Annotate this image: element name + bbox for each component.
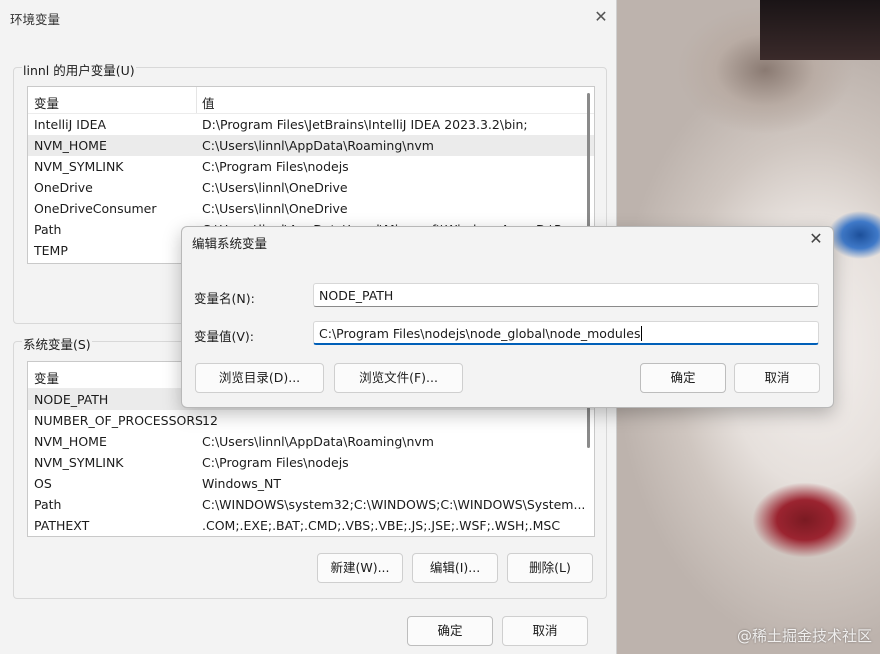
var-value: C:\Users\linnl\AppData\Roaming\nvm — [202, 434, 434, 449]
var-name: NVM_SYMLINK — [34, 455, 124, 470]
list-item[interactable]: NVM_SYMLINK C:\Program Files\nodejs — [28, 156, 594, 177]
list-item[interactable]: NVM_SYMLINK C:\Program Files\nodejs — [28, 452, 594, 473]
variable-value-field[interactable]: C:\Program Files\nodejs\node_global\node… — [313, 321, 819, 345]
system-vars-label: 系统变量(S) — [22, 334, 92, 353]
cancel-button[interactable]: 取消 — [502, 616, 588, 646]
var-value: C:\Users\linnl\OneDrive — [202, 180, 348, 195]
var-name: NVM_HOME — [34, 138, 107, 153]
user-vars-label: linnl 的用户变量(U) — [22, 60, 136, 79]
close-icon[interactable]: ✕ — [805, 229, 827, 248]
list-header: 变量 值 — [28, 87, 594, 114]
variable-name-field[interactable]: NODE_PATH — [313, 283, 819, 307]
var-value: Windows_NT — [202, 476, 282, 491]
var-name: NVM_HOME — [34, 434, 107, 449]
dialog-ok-button[interactable]: 确定 — [640, 363, 726, 393]
close-icon[interactable]: ✕ — [590, 6, 612, 28]
var-value: C:\Program Files\nodejs — [202, 455, 349, 470]
var-value: .COM;.EXE;.BAT;.CMD;.VBS;.VBE;.JS;.JSE;.… — [202, 518, 561, 533]
delete-button[interactable]: 删除(L) — [507, 553, 593, 583]
var-name: OS — [34, 476, 52, 491]
list-item[interactable]: Path C:\WINDOWS\system32;C:\WINDOWS;C:\WI… — [28, 494, 594, 515]
var-name: NVM_SYMLINK — [34, 159, 124, 174]
var-value: C:\Users\linnl\OneDrive — [202, 201, 348, 216]
text-caret — [641, 326, 643, 341]
variable-name-label: 变量名(N): — [194, 291, 255, 306]
list-item[interactable]: NVM_HOME C:\Users\linnl\AppData\Roaming\n… — [28, 135, 594, 156]
photo-shadow — [760, 0, 880, 60]
var-value: 12 — [202, 413, 218, 428]
column-header-value[interactable]: 值 — [202, 93, 215, 112]
variable-value-value: C:\Program Files\nodejs\node_global\node… — [319, 326, 641, 341]
new-button[interactable]: 新建(W)... — [317, 553, 403, 583]
column-header-name[interactable]: 变量 — [34, 93, 59, 112]
watermark: @稀土掘金技术社区 — [736, 627, 872, 645]
var-name: Path — [34, 497, 62, 512]
list-item[interactable]: NUMBER_OF_PROCESSORS 12 — [28, 410, 594, 431]
list-item[interactable]: OneDriveConsumer C:\Users\linnl\OneDrive — [28, 198, 594, 219]
var-value: C:\Program Files\nodejs — [202, 159, 349, 174]
ok-button[interactable]: 确定 — [407, 616, 493, 646]
list-item[interactable]: OS Windows_NT — [28, 473, 594, 494]
var-name: NUMBER_OF_PROCESSORS — [34, 413, 203, 428]
browse-file-button[interactable]: 浏览文件(F)... — [334, 363, 463, 393]
var-name: OneDrive — [34, 180, 93, 195]
edit-button[interactable]: 编辑(I)... — [412, 553, 498, 583]
var-name: IntelliJ IDEA — [34, 117, 107, 132]
window-title: 环境变量 — [10, 12, 61, 27]
list-item[interactable]: OneDrive C:\Users\linnl\OneDrive — [28, 177, 594, 198]
var-name: TEMP — [34, 243, 68, 258]
var-name: OneDriveConsumer — [34, 201, 157, 216]
column-header-name[interactable]: 变量 — [34, 368, 59, 387]
list-item[interactable]: IntelliJ IDEA D:\Program Files\JetBrains\… — [28, 114, 594, 135]
edit-system-variable-dialog: 编辑系统变量 ✕ 变量名(N): NODE_PATH 变量值(V): C:\Pr… — [181, 226, 834, 408]
column-divider[interactable] — [196, 87, 197, 113]
variable-name-value: NODE_PATH — [319, 288, 394, 303]
list-item[interactable]: PATHEXT .COM;.EXE;.BAT;.CMD;.VBS;.VBE;.JS… — [28, 515, 594, 536]
dialog-cancel-button[interactable]: 取消 — [734, 363, 820, 393]
browse-directory-button[interactable]: 浏览目录(D)... — [195, 363, 324, 393]
var-value: C:\Users\linnl\AppData\Roaming\nvm — [202, 138, 434, 153]
dialog-title: 编辑系统变量 — [192, 236, 268, 251]
var-name: PATHEXT — [34, 518, 90, 533]
var-value: C:\WINDOWS\system32;C:\WINDOWS;C:\WINDOW… — [202, 497, 586, 512]
var-name: NODE_PATH — [34, 392, 109, 407]
variable-value-label: 变量值(V): — [194, 329, 255, 344]
var-value: D:\Program Files\JetBrains\IntelliJ IDEA… — [202, 117, 528, 132]
list-item[interactable]: NVM_HOME C:\Users\linnl\AppData\Roaming\n… — [28, 431, 594, 452]
var-name: Path — [34, 222, 62, 237]
